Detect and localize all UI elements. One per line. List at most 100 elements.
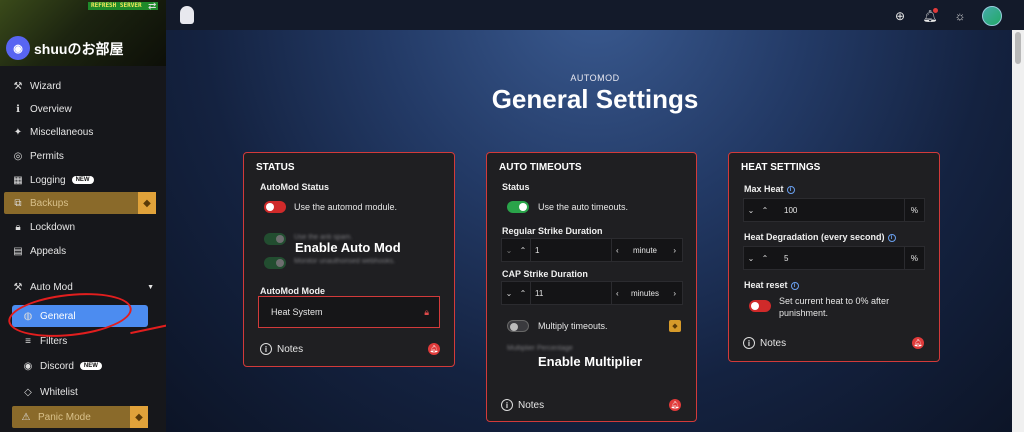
next-unit-icon[interactable]: › xyxy=(667,289,682,298)
filter-icon: ≡ xyxy=(25,335,31,347)
card-title: STATUS xyxy=(256,162,295,173)
sidebar-item-logging[interactable]: ▦ Logging NEW xyxy=(0,169,166,191)
webhook-toggle xyxy=(264,257,286,269)
guild-name[interactable]: shuuのお部屋 xyxy=(34,39,123,59)
lock-icon: 🔒︎ xyxy=(15,221,21,233)
avatar[interactable] xyxy=(982,6,1002,26)
heat-reset-desc-2: punishment. xyxy=(779,308,829,318)
cap-strike-unit: minutes xyxy=(630,288,659,298)
increment-button[interactable]: ⌃ xyxy=(516,289,530,298)
max-heat-value[interactable]: 100 xyxy=(772,206,904,215)
lock-icon: 🔒︎ xyxy=(424,306,429,317)
notes-link[interactable]: i Notes xyxy=(260,343,303,355)
enable-automod-overlay[interactable]: Enable Auto Mod xyxy=(295,240,401,255)
premium-gem-icon: ◆ xyxy=(138,192,156,214)
decrement-button[interactable]: ⌄ xyxy=(502,246,516,255)
support-icon[interactable]: ⊕ xyxy=(892,8,908,24)
alert-bell-icon[interactable]: 🔔︎ xyxy=(912,337,924,349)
automod-mode-label: AutoMod Mode xyxy=(260,286,325,296)
sidebar-item-backups[interactable]: ⧉ Backups ◆ xyxy=(4,192,156,214)
sidebar: REFRESH SERVER ⇄ ◉ shuuのお部屋 ⚒ Wizard ℹ O… xyxy=(0,0,170,432)
max-heat-text: Max Heat xyxy=(744,184,784,194)
alert-bell-icon[interactable]: 🔔︎ xyxy=(428,343,440,355)
new-badge: NEW xyxy=(79,362,102,370)
chevron-down-icon: ▼ xyxy=(147,283,154,291)
info-circle-icon: i xyxy=(501,399,513,411)
automod-mode-value: Heat System xyxy=(271,307,323,317)
sidebar-item-label: Discord xyxy=(40,360,74,372)
sidebar-item-permits[interactable]: ◎ Permits xyxy=(0,145,166,167)
sidebar-item-label: Backups xyxy=(30,197,69,209)
decrement-button[interactable]: ⌄ xyxy=(744,254,758,263)
sidebar-item-miscellaneous[interactable]: ✦ Miscellaneous xyxy=(0,121,166,143)
degradation-input[interactable]: ⌄ ⌃ 5 % xyxy=(743,246,925,270)
info-icon: ℹ xyxy=(16,103,20,115)
prev-unit-icon[interactable]: ‹ xyxy=(612,289,623,298)
automod-toggle-text: Use the automod module. xyxy=(294,202,398,212)
ghost-logo-icon[interactable] xyxy=(180,6,194,24)
switch-server-icon[interactable]: ⇄ xyxy=(148,1,156,12)
page-title: General Settings xyxy=(491,84,699,114)
document-icon: ▤ xyxy=(13,245,23,257)
main-content: ⊕ 🔔︎ ☼ AUTOMOD General Settings STATUS A… xyxy=(166,0,1024,432)
card-title: HEAT SETTINGS xyxy=(741,162,821,173)
enable-multiplier-overlay[interactable]: Enable Multiplier xyxy=(538,354,642,369)
bell-icon[interactable]: 🔔︎ xyxy=(922,8,938,24)
sidebar-item-discord[interactable]: ◉ Discord NEW xyxy=(0,355,166,377)
sidebar-item-lockdown[interactable]: 🔒︎ Lockdown xyxy=(0,216,166,238)
increment-button[interactable]: ⌃ xyxy=(758,206,772,215)
new-badge: NEW xyxy=(71,176,94,184)
sidebar-item-label: Whitelist xyxy=(40,386,78,398)
calendar-icon: ▦ xyxy=(13,174,23,186)
sidebar-item-appeals[interactable]: ▤ Appeals xyxy=(0,240,166,262)
webhook-text: Monitor unauthorised webhooks. xyxy=(294,258,396,265)
automod-toggle[interactable] xyxy=(264,201,286,213)
auto-timeouts-text: Use the auto timeouts. xyxy=(538,202,629,212)
info-icon[interactable]: i xyxy=(786,185,795,194)
heat-reset-toggle[interactable] xyxy=(749,300,771,312)
notes-link[interactable]: i Notes xyxy=(501,399,544,411)
cap-strike-value[interactable]: 11 xyxy=(530,282,612,304)
next-unit-icon[interactable]: › xyxy=(667,246,682,255)
decrement-button[interactable]: ⌄ xyxy=(502,289,516,298)
heat-reset-desc-1: Set current heat to 0% after xyxy=(779,296,890,306)
premium-gem-icon: ◆ xyxy=(130,406,148,428)
discord-icon: ◉ xyxy=(23,360,33,372)
increment-button[interactable]: ⌃ xyxy=(516,246,530,255)
panic-icon: ⚠ xyxy=(21,411,31,423)
sidebar-item-whitelist[interactable]: ◇ Whitelist xyxy=(0,381,166,403)
max-heat-input[interactable]: ⌄ ⌃ 100 % xyxy=(743,198,925,222)
info-icon[interactable]: i xyxy=(887,233,896,242)
max-heat-label: Max Heat i xyxy=(744,184,795,194)
sun-icon[interactable]: ☼ xyxy=(952,8,968,24)
regular-strike-value[interactable]: 1 xyxy=(530,239,612,261)
hammer-icon: ⚒ xyxy=(13,281,23,293)
sidebar-group-label: Auto Mod xyxy=(30,281,73,293)
info-icon[interactable]: i xyxy=(790,281,799,290)
info-circle-icon: i xyxy=(260,343,272,355)
cap-strike-input[interactable]: ⌄ ⌃ 11 ‹ minutes › xyxy=(501,281,683,305)
degradation-label: Heat Degradation (every second) i xyxy=(744,232,896,242)
sidebar-item-wizard[interactable]: ⚒ Wizard xyxy=(0,75,166,97)
heat-reset-label: Heat reset i xyxy=(744,280,799,290)
degradation-value[interactable]: 5 xyxy=(772,254,904,263)
sidebar-item-label: Filters xyxy=(40,335,68,347)
sidebar-item-label: Permits xyxy=(30,150,64,162)
alert-bell-icon[interactable]: 🔔︎ xyxy=(669,399,681,411)
scrollbar-thumb[interactable] xyxy=(1015,32,1021,64)
premium-gem-icon: ◆ xyxy=(669,320,681,332)
increment-button[interactable]: ⌃ xyxy=(758,254,772,263)
notes-label: Notes xyxy=(518,399,545,411)
sidebar-item-overview[interactable]: ℹ Overview xyxy=(0,98,166,120)
tag-icon: ◇ xyxy=(24,386,32,398)
decrement-button[interactable]: ⌄ xyxy=(744,206,758,215)
notes-link[interactable]: i Notes xyxy=(743,337,786,349)
prev-unit-icon[interactable]: ‹ xyxy=(612,246,623,255)
regular-strike-input[interactable]: ⌄ ⌃ 1 ‹ minute › xyxy=(501,238,683,262)
cap-strike-label: CAP Strike Duration xyxy=(502,269,588,279)
sidebar-item-label: Panic Mode xyxy=(38,411,91,423)
sidebar-item-panic-mode[interactable]: ⚠ Panic Mode ◆ xyxy=(12,406,148,428)
multiply-timeouts-toggle[interactable] xyxy=(507,320,529,332)
auto-timeouts-toggle[interactable] xyxy=(507,201,529,213)
automod-mode-select[interactable]: Heat System 🔒︎ xyxy=(258,296,440,328)
